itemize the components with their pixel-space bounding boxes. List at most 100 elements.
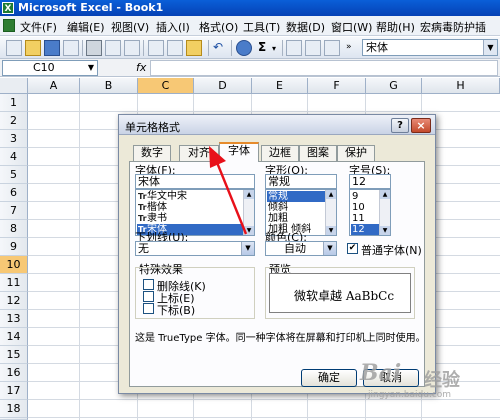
new-file-icon[interactable] [6,40,22,56]
font-size-item[interactable]: 10 [351,202,379,213]
workbook-icon[interactable] [3,19,15,32]
chevron-down-icon[interactable]: ▼ [85,61,97,75]
tab-protection[interactable]: 保护 [337,145,375,161]
scroll-up-icon[interactable]: ▲ [326,190,336,199]
underline-combo[interactable]: 无 ▼ [135,241,255,256]
open-folder-icon[interactable] [25,40,41,56]
function-icon[interactable]: fx [136,61,146,74]
tab-patterns[interactable]: 图案 [299,145,337,161]
menu-window[interactable]: 窗口(W) [331,19,372,35]
row-header[interactable]: 14 [0,328,28,346]
scrollbar[interactable]: ▲ ▼ [325,190,336,235]
scrollbar[interactable]: ▲ ▼ [379,190,390,235]
row-header[interactable]: 16 [0,364,28,382]
column-header[interactable]: G [366,78,422,94]
subscript-checkbox[interactable] [143,303,154,314]
row-header[interactable]: 18 [0,400,28,418]
menu-view[interactable]: 视图(V) [111,19,149,35]
column-header[interactable]: E [252,78,308,94]
menu-tools[interactable]: 工具(T) [243,19,280,35]
save-icon[interactable] [44,40,60,56]
font-size-item[interactable]: 9 [351,191,379,202]
font-size-list[interactable]: 9 10 11 12 ▲ ▼ [349,189,391,236]
row-header[interactable]: 17 [0,382,28,400]
font-list-item[interactable]: Tr楷体 [137,202,243,213]
scrollbar[interactable]: ▲ ▼ [243,190,254,235]
tab-number[interactable]: 数字 [133,145,171,161]
select-all-corner[interactable] [0,78,28,94]
undo-icon[interactable]: ↶ [213,40,223,54]
paste-icon[interactable] [186,40,202,56]
color-combo[interactable]: 自动 ▼ [265,241,337,256]
font-list-item[interactable]: Tr华文中宋 [137,191,243,202]
column-header[interactable]: H [422,78,500,94]
print-icon[interactable] [86,40,102,56]
font-name-input[interactable]: 宋体 [135,174,255,189]
autosum-dropdown-icon[interactable]: ▾ [272,44,276,53]
zoom-icon[interactable] [324,40,340,56]
column-header[interactable]: A [28,78,80,94]
chevron-down-icon[interactable]: ▼ [483,40,497,55]
tab-font[interactable]: 字体 [219,142,259,162]
chevron-down-icon[interactable]: ▼ [323,242,336,255]
row-header[interactable]: 15 [0,346,28,364]
menu-file[interactable]: 文件(F) [20,19,57,35]
font-list-item[interactable]: Tr隶书 [137,213,243,224]
column-header[interactable]: D [194,78,252,94]
tab-border[interactable]: 边框 [261,145,299,161]
sort-ascending-icon[interactable] [286,40,302,56]
scroll-up-icon[interactable]: ▲ [244,190,254,199]
row-header[interactable]: 8 [0,220,28,238]
column-header[interactable]: F [308,78,366,94]
ok-button[interactable]: 确定 [301,369,357,387]
row-header[interactable]: 1 [0,94,28,112]
row-header[interactable]: 4 [0,148,28,166]
menu-macro-protection[interactable]: 宏病毒防护插 [420,19,486,35]
column-header-selected[interactable]: C [138,78,194,94]
formula-input[interactable] [150,60,498,76]
dialog-titlebar[interactable]: 单元格格式 ? × [119,115,435,135]
toolbar-options-icon[interactable]: » [346,42,352,52]
scroll-down-icon[interactable]: ▼ [244,226,254,235]
help-icon[interactable]: ? [391,118,409,133]
cut-icon[interactable] [148,40,164,56]
font-style-item-selected[interactable]: 常规 [267,191,325,202]
tab-alignment[interactable]: 对齐 [179,145,219,161]
close-icon[interactable]: × [411,118,431,133]
strikethrough-checkbox[interactable] [143,279,154,290]
name-box[interactable]: C10 ▼ [2,60,98,76]
autosum-icon[interactable]: Σ [258,40,266,54]
row-header[interactable]: 2 [0,112,28,130]
row-header[interactable]: 7 [0,202,28,220]
row-header[interactable]: 9 [0,238,28,256]
font-name-combo[interactable]: 宋体 ▼ [362,39,498,56]
row-header[interactable]: 5 [0,166,28,184]
scroll-down-icon[interactable]: ▼ [380,226,390,235]
row-header[interactable]: 11 [0,274,28,292]
font-style-item[interactable]: 倾斜 [267,202,325,213]
menu-edit[interactable]: 编辑(E) [67,19,105,35]
menu-insert[interactable]: 插入(I) [156,19,190,35]
chart-wizard-icon[interactable] [305,40,321,56]
row-header-selected[interactable]: 10 [0,256,28,274]
font-style-item[interactable]: 加粗 [267,213,325,224]
font-style-input[interactable]: 常规 [265,174,337,189]
row-header[interactable]: 6 [0,184,28,202]
scroll-up-icon[interactable]: ▲ [380,190,390,199]
font-size-item[interactable]: 11 [351,213,379,224]
font-size-input[interactable]: 12 [349,174,391,189]
permission-icon[interactable] [63,40,79,56]
font-size-item-selected[interactable]: 12 [351,224,379,235]
row-header[interactable]: 13 [0,310,28,328]
superscript-checkbox[interactable] [143,291,154,302]
chevron-down-icon[interactable]: ▼ [241,242,254,255]
normal-font-checkbox[interactable]: ✔ [347,243,358,254]
spelling-icon[interactable] [124,40,140,56]
copy-icon[interactable] [167,40,183,56]
scroll-down-icon[interactable]: ▼ [326,226,336,235]
menu-help[interactable]: 帮助(H) [376,19,415,35]
menu-data[interactable]: 数据(D) [286,19,325,35]
print-preview-icon[interactable] [105,40,121,56]
row-header[interactable]: 12 [0,292,28,310]
hyperlink-icon[interactable] [236,40,252,56]
